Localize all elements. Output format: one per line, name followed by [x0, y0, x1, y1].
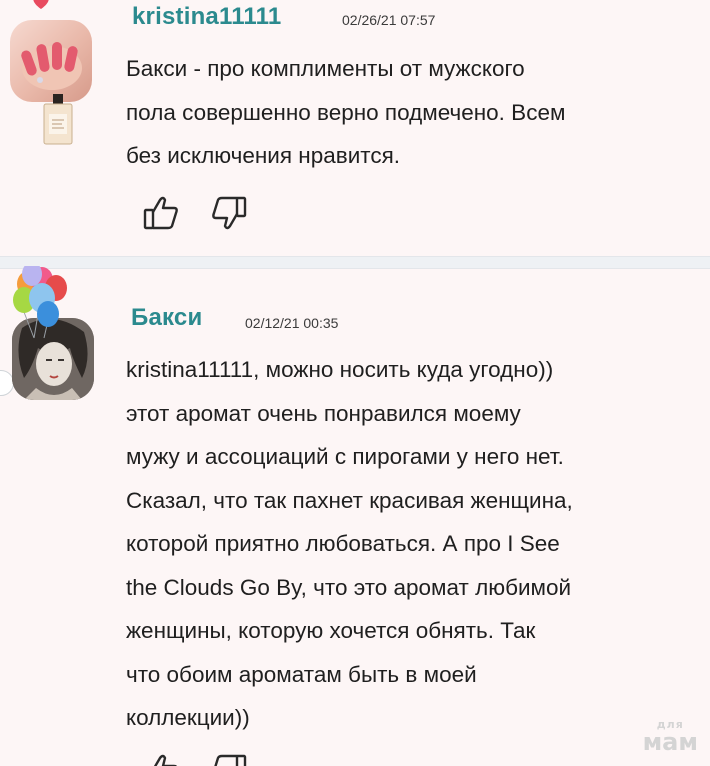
comment-text-line: женщины, которую хочется обнять. Так	[126, 618, 536, 643]
comment-author[interactable]: kristina11111	[132, 3, 281, 31]
comment-text: kristina11111, можно носить куда угодно)…	[126, 348, 573, 740]
perfume-bottle-icon	[43, 94, 73, 145]
comment-author[interactable]: Бакси	[131, 304, 202, 332]
comment-text-line: этот аромат очень понравился моему	[126, 400, 521, 426]
thumbs-down-icon[interactable]	[208, 750, 250, 766]
comment-text-line: коллекции))	[126, 705, 250, 730]
comments-page: kristina11111 02/26/21 07:57 Бакси - про…	[0, 0, 710, 766]
comment-text-line: которой приятно любоваться. А про I See	[126, 531, 560, 556]
heart-balloon-icon	[33, 0, 49, 9]
comment-text-line: Сказал, что так пахнет красивая женщина,	[126, 487, 573, 513]
comment-text-line: kristina11111, можно носить куда угодно)…	[126, 357, 554, 382]
watermark-big-text: мам	[642, 728, 698, 756]
comment-text-line: мужу и ассоциаций с пирогами у него нет.	[126, 444, 564, 469]
thumbs-up-icon[interactable]	[140, 192, 182, 234]
comment-text-line: Бакси - про комплименты от мужского	[126, 56, 525, 81]
site-watermark: для мам	[642, 718, 698, 756]
comment-text-line: the Clouds Go By, что это аромат любимой	[126, 574, 572, 600]
comment-timestamp: 02/12/21 00:35	[245, 315, 339, 331]
comment-text: Бакси - про комплименты от мужского пола…	[126, 47, 565, 178]
comment-text-line: без исключения нравится.	[126, 143, 401, 168]
balloons-icon	[13, 266, 67, 339]
thumbs-down-icon[interactable]	[208, 192, 250, 234]
thumbs-up-icon[interactable]	[140, 750, 182, 766]
comment-text-line: что обоим ароматам быть в моей	[126, 661, 477, 687]
comment-text-line: пола совершенно верно подмечено. Всем	[126, 99, 566, 125]
user-avatar[interactable]	[10, 20, 92, 102]
comment-timestamp: 02/26/21 07:57	[342, 12, 436, 28]
hand-photo-icon	[21, 42, 82, 90]
